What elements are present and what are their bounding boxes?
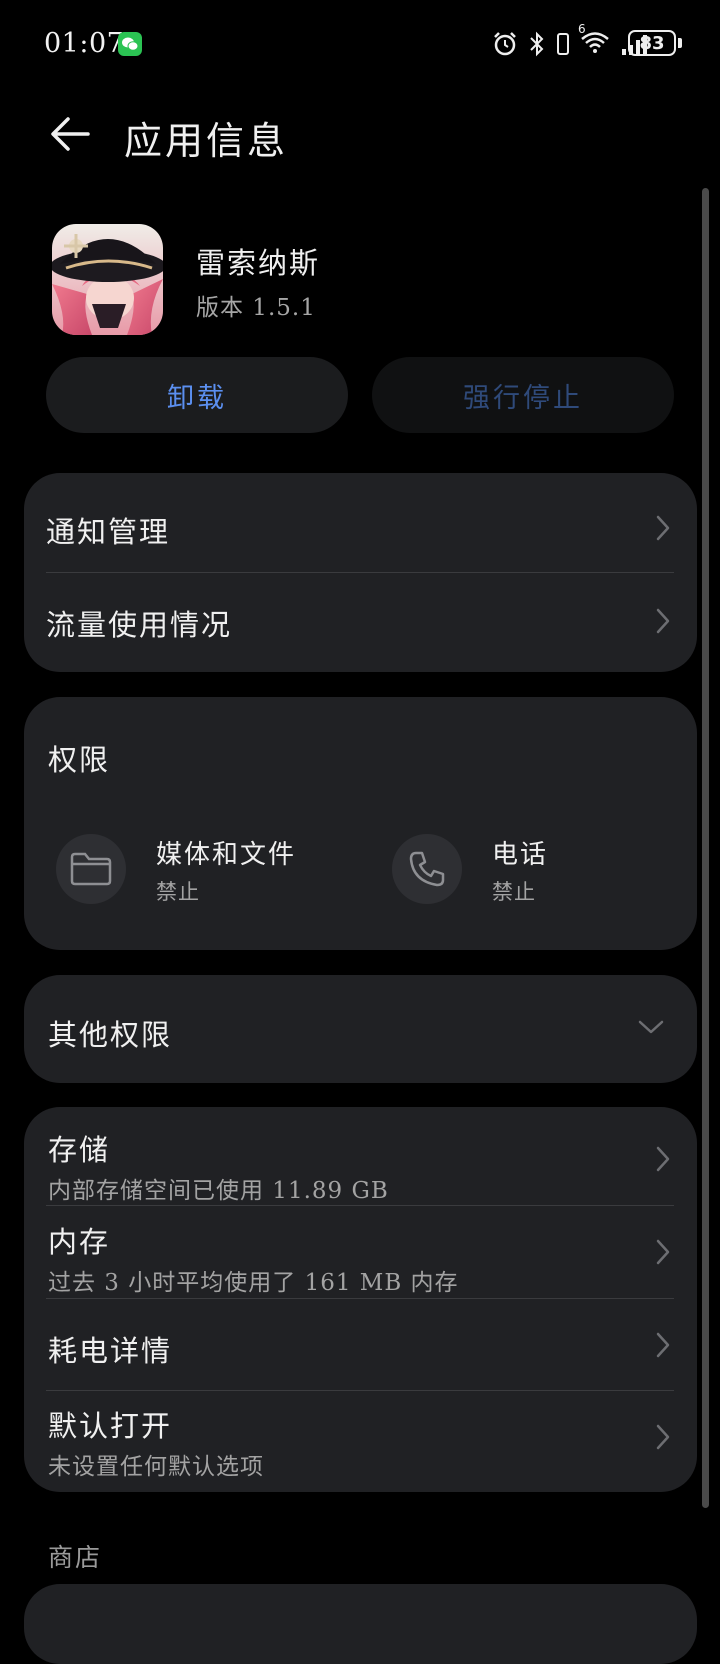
app-version: 版本 1.5.1: [196, 295, 316, 321]
chevron-right-icon: [656, 1424, 670, 1450]
wifi-icon: 6: [578, 22, 610, 58]
permission-status: 禁止: [156, 880, 200, 904]
wechat-notification-icon: [118, 32, 142, 56]
store-section-title: 商店: [48, 1543, 103, 1572]
folder-icon: [70, 852, 112, 886]
scrollbar[interactable]: [702, 188, 709, 1508]
chevron-right-icon: [656, 1332, 670, 1358]
memory-label: 内存: [48, 1225, 111, 1259]
folder-icon-circle: [56, 834, 126, 904]
app-icon: [52, 224, 163, 335]
settings-card-notifications: 通知管理 流量使用情况: [24, 473, 697, 672]
chevron-down-icon: [638, 1020, 664, 1034]
network-type-label: 6: [578, 22, 586, 36]
power-usage-label: 耗电详情: [48, 1334, 173, 1368]
page-title: 应用信息: [124, 119, 289, 163]
vibrate-phone-icon: [557, 33, 569, 55]
status-time: 01:07: [44, 28, 125, 59]
force-stop-button[interactable]: 强行停止: [372, 357, 674, 433]
notification-management-row[interactable]: [24, 473, 697, 571]
settings-card-resources: 存储 内部存储空间已使用 11.89 GB 内存 过去 3 小时平均使用了 16…: [24, 1107, 697, 1492]
memory-sub: 过去 3 小时平均使用了 161 MB 内存: [48, 1270, 459, 1296]
chevron-right-icon: [656, 515, 670, 541]
chevron-right-icon: [656, 1239, 670, 1265]
uninstall-button[interactable]: 卸载: [46, 357, 348, 433]
app-name: 雷索纳斯: [196, 246, 321, 280]
bluetooth-icon: [530, 31, 544, 57]
chevron-right-icon: [656, 1146, 670, 1172]
other-permissions-label: 其他权限: [48, 1018, 173, 1052]
status-icons: 6: [492, 22, 650, 58]
permissions-card: 权限 媒体和文件 禁止 电话 禁止: [24, 697, 697, 950]
arrow-left-icon: [51, 117, 90, 151]
back-button[interactable]: [48, 112, 92, 156]
battery-tip: [678, 38, 682, 48]
default-open-label: 默认打开: [48, 1409, 173, 1443]
permission-phone[interactable]: 电话 禁止: [392, 834, 682, 906]
alarm-icon: [494, 32, 516, 56]
data-usage-row[interactable]: [24, 573, 697, 672]
permissions-title: 权限: [48, 743, 111, 777]
permission-label: 媒体和文件: [156, 840, 297, 870]
permission-status: 禁止: [492, 880, 536, 904]
other-permissions-row[interactable]: 其他权限: [24, 975, 697, 1083]
chevron-right-icon: [656, 608, 670, 634]
default-open-sub: 未设置任何默认选项: [48, 1454, 264, 1480]
phone-icon: [409, 851, 445, 887]
battery-indicator: 83: [628, 30, 676, 56]
storage-label: 存储: [48, 1133, 111, 1167]
permission-label: 电话: [492, 840, 549, 870]
storage-sub: 内部存储空间已使用 11.89 GB: [48, 1178, 389, 1204]
permission-media-files[interactable]: 媒体和文件 禁止: [56, 834, 346, 906]
phone-icon-circle: [392, 834, 462, 904]
store-card[interactable]: [24, 1584, 697, 1664]
